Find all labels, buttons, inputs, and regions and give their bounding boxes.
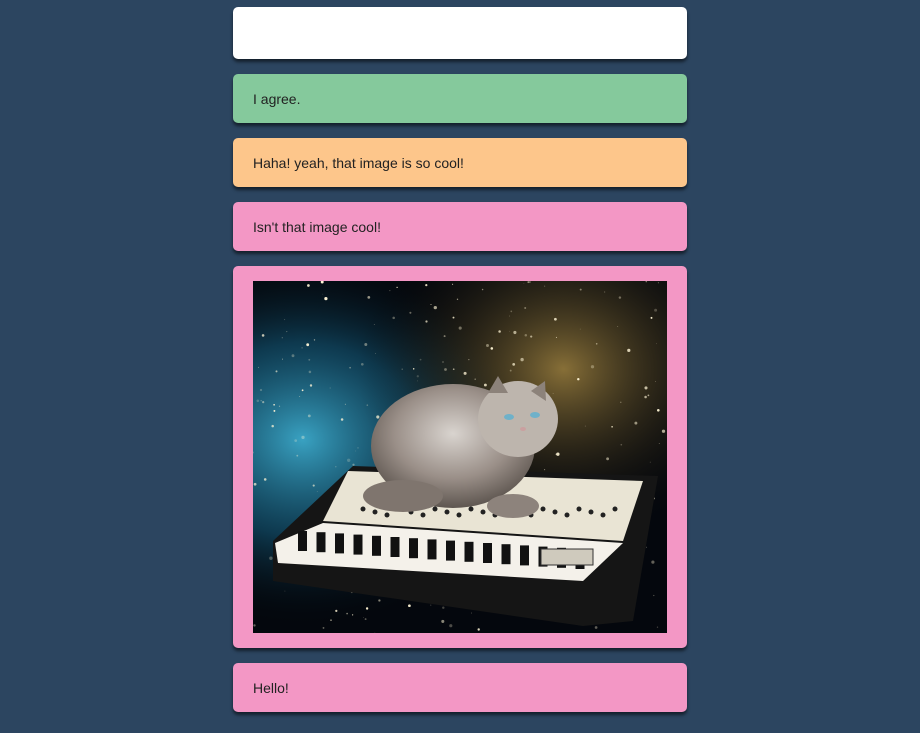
cat-synth-image <box>253 281 667 633</box>
image-message <box>233 266 687 648</box>
message-bubble: Isn't that image cool! <box>233 202 687 251</box>
message-text: Hello! <box>253 679 289 696</box>
message-image[interactable] <box>253 281 667 633</box>
message-feed: I agree. Haha! yeah, that image is so co… <box>233 7 687 727</box>
message-bubble: Hello! <box>233 663 687 712</box>
message-text: I agree. <box>253 90 301 107</box>
message-input[interactable] <box>253 7 667 59</box>
message-text: Isn't that image cool! <box>253 218 381 235</box>
message-bubble: I agree. <box>233 74 687 123</box>
message-text: Haha! yeah, that image is so cool! <box>253 154 464 171</box>
message-bubble: Haha! yeah, that image is so cool! <box>233 138 687 187</box>
message-composer[interactable] <box>233 7 687 59</box>
